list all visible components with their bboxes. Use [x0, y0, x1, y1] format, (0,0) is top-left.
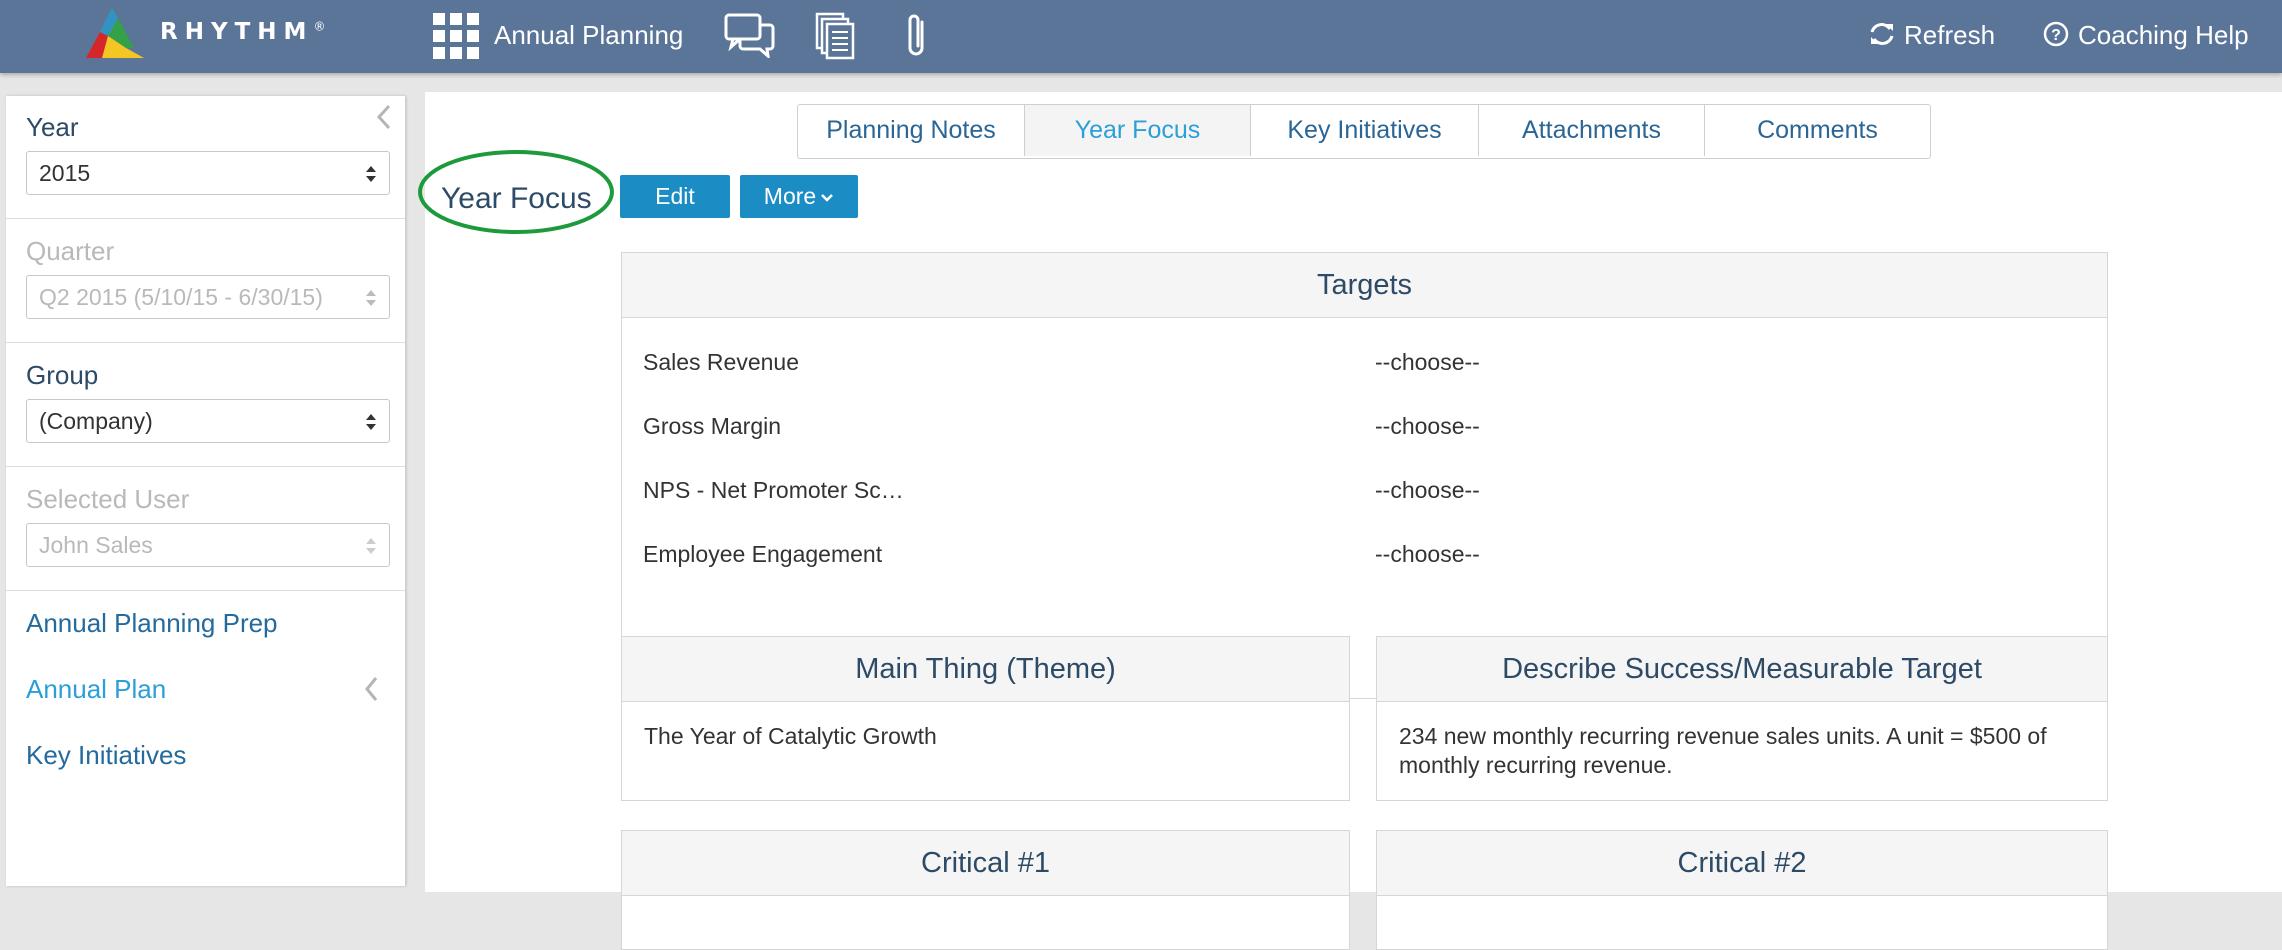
section-title: Year Focus	[441, 182, 592, 215]
selected-user-select: John Sales	[26, 523, 390, 567]
target-name: Sales Revenue	[643, 349, 799, 375]
quarter-label: Quarter	[26, 236, 115, 266]
sidebar-link-annual-plan[interactable]: Annual Plan	[26, 674, 166, 705]
year-label: Year	[26, 112, 79, 142]
refresh-icon	[1870, 23, 1894, 45]
critical-1-title: Critical #1	[622, 831, 1349, 896]
target-choose-select[interactable]: --choose--	[1375, 413, 1480, 440]
brand-name: RHYTHM®	[160, 19, 326, 45]
chevron-down-icon	[821, 194, 834, 202]
tab-attachments[interactable]: Attachments	[1478, 105, 1704, 156]
select-arrows-icon	[366, 290, 376, 306]
main-content: Planning Notes Year Focus Key Initiative…	[418, 92, 2282, 950]
targets-panel: Targets Sales Revenue --choose-- Gross M…	[621, 252, 2108, 699]
target-name: NPS - Net Promoter Sc…	[643, 477, 904, 503]
sidebar-link-annual-planning-prep[interactable]: Annual Planning Prep	[26, 608, 278, 639]
sidebar: Year 2015 Quarter Q2 2015 (5/10/15 - 6/3…	[6, 96, 405, 886]
tab-comments[interactable]: Comments	[1704, 105, 1930, 156]
sidebar-link-key-initiatives[interactable]: Key Initiatives	[26, 740, 186, 771]
main-thing-panel: Main Thing (Theme) The Year of Catalytic…	[621, 636, 1350, 801]
year-field: Year 2015	[26, 112, 390, 195]
top-navigation-bar: RHYTHM® Annual Planning Refresh ? Coachi…	[0, 0, 2282, 73]
chevron-left-icon[interactable]	[363, 674, 381, 704]
nav-title[interactable]: Annual Planning	[494, 20, 683, 51]
rhythm-logo[interactable]	[78, 6, 146, 64]
target-choose-select[interactable]: --choose--	[1375, 477, 1480, 504]
main-thing-title: Main Thing (Theme)	[622, 637, 1349, 702]
quarter-field: Quarter Q2 2015 (5/10/15 - 6/30/15)	[26, 236, 390, 319]
main-thing-text: The Year of Catalytic Growth	[644, 723, 937, 749]
tab-key-initiatives[interactable]: Key Initiatives	[1250, 105, 1478, 156]
help-circle-icon: ?	[2043, 21, 2069, 47]
critical-2-panel: Critical #2	[1376, 830, 2108, 950]
success-title: Describe Success/Measurable Target	[1377, 637, 2107, 702]
refresh-button[interactable]: Refresh	[1868, 20, 1995, 51]
selected-user-label: Selected User	[26, 484, 190, 514]
tab-year-focus[interactable]: Year Focus	[1024, 105, 1250, 156]
critical-1-panel: Critical #1	[621, 830, 1350, 950]
tab-planning-notes[interactable]: Planning Notes	[798, 105, 1024, 156]
select-arrows-icon	[366, 414, 376, 430]
target-name: Employee Engagement	[643, 541, 883, 567]
edit-button[interactable]: Edit	[620, 175, 730, 218]
apps-grid-icon[interactable]	[433, 13, 479, 59]
select-arrows-icon	[366, 166, 376, 182]
success-panel: Describe Success/Measurable Target 234 n…	[1376, 636, 2108, 801]
group-select[interactable]: (Company)	[26, 399, 390, 443]
svg-text:?: ?	[2051, 27, 2061, 44]
group-label: Group	[26, 360, 99, 390]
target-choose-select[interactable]: --choose--	[1375, 349, 1480, 376]
target-name: Gross Margin	[643, 413, 782, 439]
more-dropdown-button[interactable]: More	[740, 175, 858, 218]
chat-icon[interactable]	[723, 12, 775, 58]
documents-icon[interactable]	[815, 12, 857, 60]
target-choose-select[interactable]: --choose--	[1375, 541, 1480, 568]
selected-user-field: Selected User John Sales	[26, 484, 390, 567]
targets-title: Targets	[622, 253, 2107, 318]
coaching-help-button[interactable]: ? Coaching Help	[2042, 20, 2249, 51]
critical-2-title: Critical #2	[1377, 831, 2107, 896]
group-field: Group (Company)	[26, 360, 390, 443]
paperclip-icon[interactable]	[904, 12, 932, 60]
select-arrows-icon	[366, 538, 376, 554]
quarter-select[interactable]: Q2 2015 (5/10/15 - 6/30/15)	[26, 275, 390, 319]
year-select[interactable]: 2015	[26, 151, 390, 195]
tab-bar: Planning Notes Year Focus Key Initiative…	[797, 104, 1931, 159]
success-text: 234 new monthly recurring revenue sales …	[1399, 723, 2047, 778]
